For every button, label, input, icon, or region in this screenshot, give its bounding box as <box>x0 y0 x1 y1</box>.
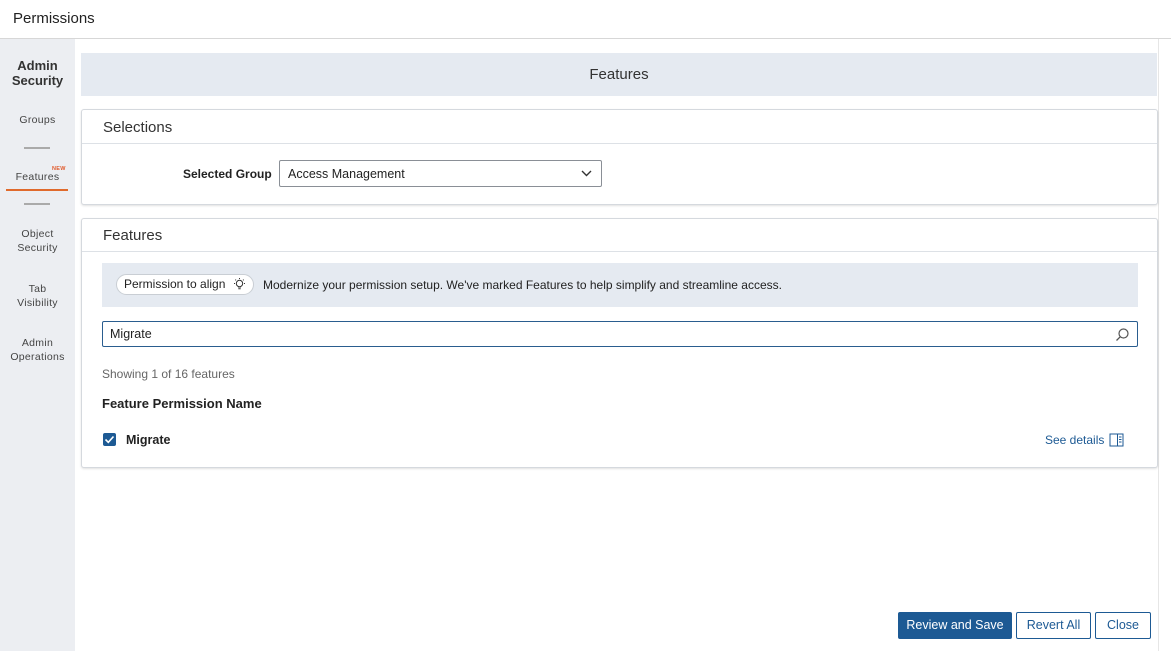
feature-name: Migrate <box>126 433 171 447</box>
new-badge: NEW <box>52 166 66 172</box>
selected-group-label: Selected Group <box>183 167 272 181</box>
checkmark-icon <box>104 435 115 444</box>
window-title: Permissions <box>13 10 95 27</box>
selected-group-value: Access Management <box>288 167 405 181</box>
chevron-down-icon <box>581 170 592 177</box>
vertical-scrollbar[interactable] <box>1158 39 1171 651</box>
results-count: Showing 1 of 16 features <box>102 367 235 381</box>
sidebar-item-groups[interactable]: Groups <box>0 113 75 127</box>
banner-message: Modernize your permission setup. We've m… <box>263 278 782 292</box>
page-header: Features <box>81 53 1157 96</box>
feature-checkbox[interactable] <box>103 433 116 446</box>
sidebar-item-label: Features <box>15 171 60 183</box>
sidebar-item-label: Visibility <box>17 297 58 309</box>
sidebar-item-admin-operations[interactable]: Admin Operations <box>0 336 75 364</box>
sidebar-item-label: Admin <box>21 337 54 349</box>
sidebar-item-label: Groups <box>19 114 56 126</box>
permission-to-align-pill[interactable]: Permission to align <box>116 274 255 295</box>
lightbulb-icon <box>234 278 246 290</box>
column-header: Feature Permission Name <box>102 396 262 411</box>
sidebar-heading-line1: Admin <box>17 58 58 73</box>
sidebar-item-label: Operations <box>10 351 65 363</box>
review-and-save-button[interactable]: Review and Save <box>898 612 1012 639</box>
features-title: Features <box>103 227 163 244</box>
side-panel-icon[interactable] <box>1109 433 1124 447</box>
feature-search[interactable] <box>102 321 1138 347</box>
sidebar-item-label: Object <box>21 228 54 240</box>
feature-row: Migrate See details <box>102 431 1132 451</box>
pill-label: Permission to align <box>124 277 226 291</box>
active-item-indicator <box>6 189 68 191</box>
search-icon[interactable] <box>1115 327 1130 342</box>
revert-all-button[interactable]: Revert All <box>1016 612 1091 639</box>
close-button[interactable]: Close <box>1095 612 1151 639</box>
sidebar: Admin Security Groups Features NEW Objec… <box>0 39 75 651</box>
sidebar-item-features[interactable]: Features <box>0 170 75 184</box>
selections-card: Selections Selected Group Access Managem… <box>81 109 1158 205</box>
card-divider <box>82 251 1157 252</box>
selected-group-dropdown[interactable]: Access Management <box>279 160 602 187</box>
sidebar-item-label: Security <box>17 242 58 254</box>
sidebar-item-object-security[interactable]: Object Security <box>0 227 75 255</box>
window-titlebar: Permissions <box>0 0 1171 39</box>
sidebar-divider <box>24 147 50 149</box>
sidebar-divider <box>24 203 50 205</box>
see-details-link[interactable]: See details <box>1045 433 1104 447</box>
sidebar-item-tab-visibility[interactable]: Tab Visibility <box>0 282 75 310</box>
selections-title: Selections <box>103 119 173 136</box>
page-title: Features <box>589 66 649 83</box>
card-divider <box>82 143 1157 144</box>
search-input[interactable] <box>110 326 1090 342</box>
features-card: Features Permission to align Modernize y… <box>81 218 1158 468</box>
info-banner: Permission to align Modernize your permi… <box>102 263 1138 307</box>
sidebar-heading-line2: Security <box>11 73 64 88</box>
sidebar-item-label: Tab <box>28 283 47 295</box>
sidebar-heading: Admin Security <box>0 58 75 88</box>
